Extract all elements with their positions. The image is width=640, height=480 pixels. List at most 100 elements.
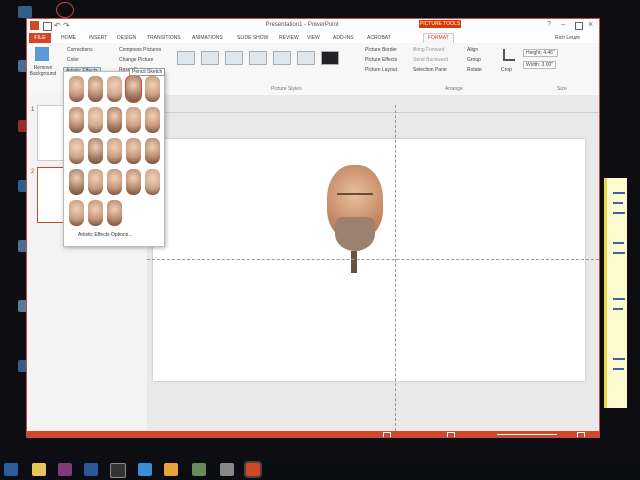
artistic-effect-thumbnail[interactable] bbox=[69, 76, 84, 102]
taskbar bbox=[0, 458, 640, 480]
minimize-button[interactable]: – bbox=[561, 20, 565, 29]
artistic-effect-thumbnail[interactable] bbox=[88, 107, 103, 133]
artistic-effect-thumbnail[interactable] bbox=[145, 107, 160, 133]
powerpoint-icon[interactable] bbox=[244, 461, 262, 478]
tab-transitions[interactable]: TRANSITIONS bbox=[147, 35, 181, 41]
tab-design[interactable]: DESIGN bbox=[117, 35, 136, 41]
horizontal-guide[interactable] bbox=[147, 259, 599, 260]
picture-style-1[interactable] bbox=[177, 51, 195, 65]
tab-home[interactable]: HOME bbox=[61, 35, 76, 41]
face-beard bbox=[335, 217, 375, 251]
artistic-effect-thumbnail[interactable] bbox=[126, 138, 141, 164]
width-field[interactable]: Width: 3.00" bbox=[523, 61, 557, 69]
tab-insert[interactable]: INSERT bbox=[89, 35, 107, 41]
slide-number: 1 bbox=[31, 107, 35, 113]
corrections-button[interactable]: Corrections bbox=[67, 47, 93, 53]
artistic-effect-thumbnail[interactable] bbox=[125, 75, 142, 103]
side-text-line bbox=[613, 298, 625, 300]
tab-file[interactable]: FILE bbox=[29, 33, 51, 43]
artistic-effect-thumbnail[interactable] bbox=[126, 107, 141, 133]
artistic-effect-thumbnail[interactable] bbox=[69, 107, 84, 133]
artistic-effect-thumbnail[interactable] bbox=[69, 169, 84, 195]
artistic-effect-thumbnail[interactable] bbox=[107, 107, 122, 133]
group-button[interactable]: Group bbox=[467, 57, 481, 63]
snip-icon[interactable] bbox=[220, 463, 234, 476]
help-icon[interactable]: ? bbox=[547, 21, 551, 28]
picture-effects-button[interactable]: Picture Effects bbox=[365, 57, 397, 63]
ie-icon[interactable] bbox=[138, 463, 152, 476]
artistic-effect-thumbnail[interactable] bbox=[107, 169, 122, 195]
restore-button[interactable] bbox=[575, 22, 583, 30]
picture-style-4[interactable] bbox=[249, 51, 267, 65]
side-text-line bbox=[613, 368, 624, 370]
tab-view[interactable]: VIEW bbox=[307, 35, 320, 41]
artistic-effects-options-link[interactable]: Artistic Effects Options... bbox=[78, 232, 132, 238]
rotate-button[interactable]: Rotate bbox=[467, 67, 482, 73]
redo-icon[interactable]: ↷ bbox=[63, 21, 70, 30]
remove-background-button[interactable]: Remove Background bbox=[29, 65, 57, 77]
change-picture-button[interactable]: Change Picture bbox=[119, 57, 153, 63]
vertical-guide[interactable] bbox=[395, 105, 396, 431]
paint-icon[interactable] bbox=[192, 463, 206, 476]
artistic-effect-thumbnail[interactable] bbox=[145, 76, 160, 102]
artistic-effect-thumbnail[interactable] bbox=[107, 76, 122, 102]
side-text-line bbox=[613, 242, 624, 244]
normal-view-icon[interactable] bbox=[447, 432, 455, 437]
undo-icon[interactable]: ↶ bbox=[54, 21, 61, 30]
slide-canvas[interactable] bbox=[153, 139, 585, 381]
tab-animations[interactable]: ANIMATIONS bbox=[192, 35, 223, 41]
artistic-effect-thumbnail[interactable] bbox=[88, 76, 103, 102]
selection-pane-button[interactable]: Selection Pane bbox=[413, 67, 447, 73]
side-text-line bbox=[613, 192, 625, 194]
picture-style-7[interactable] bbox=[321, 51, 339, 65]
artistic-effect-thumbnail[interactable] bbox=[88, 138, 103, 164]
start-button[interactable] bbox=[4, 463, 18, 476]
artistic-effect-thumbnail[interactable] bbox=[88, 169, 103, 195]
remove-background-icon[interactable] bbox=[35, 47, 49, 61]
bring-forward-button[interactable]: Bring Forward bbox=[413, 47, 444, 53]
align-button[interactable]: Align bbox=[467, 47, 478, 53]
artistic-effect-thumbnail[interactable] bbox=[145, 169, 160, 195]
side-document-window[interactable] bbox=[604, 178, 627, 408]
artistic-effect-thumbnail[interactable] bbox=[69, 200, 84, 226]
explorer-icon[interactable] bbox=[32, 463, 46, 476]
onenote-icon[interactable] bbox=[58, 463, 72, 476]
tab-acrobat[interactable]: ACROBAT bbox=[367, 35, 391, 41]
slide-number: 2 bbox=[31, 169, 35, 175]
save-icon[interactable] bbox=[43, 22, 52, 31]
chrome-icon[interactable] bbox=[164, 463, 178, 476]
tab-add-ins[interactable]: ADD-INS bbox=[333, 35, 354, 41]
user-name[interactable]: Rich Leuze bbox=[555, 35, 580, 41]
compress-pictures-button[interactable]: Compress Pictures bbox=[119, 47, 161, 53]
close-button[interactable]: × bbox=[588, 19, 593, 29]
camtasia-icon[interactable] bbox=[110, 463, 126, 478]
notes-icon[interactable] bbox=[383, 432, 391, 437]
picture-layout-button[interactable]: Picture Layout bbox=[365, 67, 397, 73]
height-field[interactable]: Height: 4.46" bbox=[523, 49, 558, 57]
send-backward-button[interactable]: Send Backward bbox=[413, 57, 448, 63]
picture-border-button[interactable]: Picture Border bbox=[365, 47, 397, 53]
tab-review[interactable]: REVIEW bbox=[279, 35, 299, 41]
desktop-icon-recycle[interactable] bbox=[18, 6, 32, 18]
artistic-effect-thumbnail[interactable] bbox=[88, 200, 103, 226]
side-text-line bbox=[613, 252, 625, 254]
artistic-effect-thumbnail[interactable] bbox=[107, 200, 122, 226]
artistic-effect-thumbnail[interactable] bbox=[145, 138, 160, 164]
picture-style-2[interactable] bbox=[201, 51, 219, 65]
status-bar bbox=[27, 431, 599, 437]
zoom-slider[interactable] bbox=[497, 434, 557, 435]
fit-slide-icon[interactable] bbox=[577, 432, 585, 437]
crop-icon[interactable] bbox=[503, 49, 515, 61]
artistic-effect-thumbnail[interactable] bbox=[107, 138, 122, 164]
crop-button[interactable]: Crop bbox=[501, 67, 512, 73]
side-text-line bbox=[613, 358, 625, 360]
powerpoint-app-icon bbox=[30, 21, 39, 30]
word-icon[interactable] bbox=[84, 463, 98, 476]
artistic-effect-thumbnail[interactable] bbox=[69, 138, 84, 164]
picture-style-3[interactable] bbox=[225, 51, 243, 65]
artistic-effect-thumbnail[interactable] bbox=[126, 169, 141, 195]
picture-style-6[interactable] bbox=[297, 51, 315, 65]
picture-style-5[interactable] bbox=[273, 51, 291, 65]
color-button[interactable]: Color bbox=[67, 57, 79, 63]
tab-slide-show[interactable]: SLIDE SHOW bbox=[237, 35, 268, 41]
